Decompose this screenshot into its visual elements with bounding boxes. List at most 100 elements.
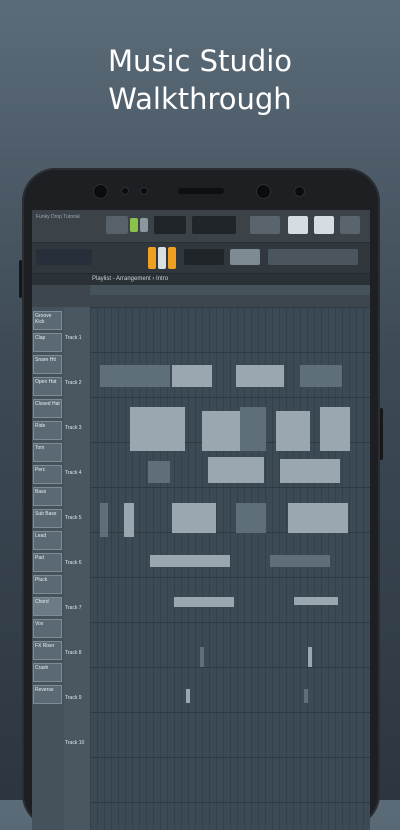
grid-line [97,307,98,830]
record-button[interactable] [148,247,156,269]
channel-item[interactable]: Open Hat [33,377,62,396]
track-label[interactable]: Track 8 [65,650,89,656]
channel-item[interactable]: Ride [33,421,62,440]
channel-item[interactable]: FX Riser [33,641,62,660]
channel-item[interactable]: Sub Bass [33,509,62,528]
pattern-clip[interactable] [150,555,230,567]
sensor-icon [141,188,147,194]
track-label[interactable]: Track 10 [65,740,89,746]
settings-button[interactable] [340,216,360,234]
pattern-clip[interactable] [276,411,310,451]
cpu-meter [250,216,280,234]
phone-frame: Funky Drop Tutorial Playlist - Arrangeme… [19,168,383,830]
app-screen: Funky Drop Tutorial Playlist - Arrangeme… [32,210,370,830]
channel-item[interactable]: Bass [33,487,62,506]
track-label[interactable]: Track 3 [65,425,89,431]
pattern-clip[interactable] [270,555,330,567]
pattern-clip[interactable] [174,597,234,607]
channel-item[interactable]: Pad [33,553,62,572]
lane-divider [90,307,370,308]
lane-divider [90,712,370,713]
track-label[interactable]: Track 2 [65,380,89,386]
pattern-clip[interactable] [202,411,242,451]
main-toolbar: Funky Drop Tutorial [32,210,370,243]
snap-select[interactable] [36,249,92,265]
pattern-clip[interactable] [236,503,266,533]
pattern-clip[interactable] [288,503,348,533]
output-meter [230,249,260,265]
channel-item[interactable]: Pluck [33,575,62,594]
pattern-list[interactable] [184,249,224,265]
headline-line-2: Walkthrough [108,82,292,116]
front-camera-icon [94,185,107,198]
track-label[interactable]: Track 5 [65,515,89,521]
pattern-clip[interactable] [186,689,190,703]
lane-divider [90,352,370,353]
pattern-clip[interactable] [172,503,216,533]
track-label[interactable]: Track 6 [65,560,89,566]
mixer-button[interactable] [288,216,308,234]
grid-line [293,307,294,830]
lane-divider [90,802,370,803]
pattern-clip[interactable] [130,407,185,451]
pattern-clip[interactable] [172,365,212,387]
pattern-clip[interactable] [208,457,264,483]
sensor-icon [122,188,128,194]
earpiece [178,188,224,194]
pattern-clip[interactable] [124,503,134,537]
grid-line [230,307,231,830]
tempo-display[interactable] [154,216,186,234]
grid-line [363,307,364,830]
channel-item[interactable]: Tom [33,443,62,462]
track-label[interactable]: Track 7 [65,605,89,611]
volume-key [19,260,22,298]
pattern-clip[interactable] [100,503,108,537]
pattern-clip[interactable] [240,407,266,451]
channel-item[interactable]: Crash [33,663,62,682]
pattern-button[interactable] [106,216,128,234]
track-label[interactable]: Track 1 [65,335,89,341]
channel-rack: Groove Kick Clap Snare Hit Open Hat Closed H… [32,307,64,830]
track-label[interactable]: Track 9 [65,695,89,701]
pattern-clip[interactable] [200,647,204,667]
song-mode-button[interactable] [158,247,166,269]
channel-item[interactable]: Groove Kick [33,311,62,330]
play-button[interactable] [130,218,138,232]
lane-divider [90,622,370,623]
loop-button[interactable] [168,247,176,269]
lane-divider [90,397,370,398]
track-label[interactable]: Track 4 [65,470,89,476]
pattern-clip[interactable] [300,365,342,387]
stop-button[interactable] [140,218,148,232]
channel-item[interactable]: Chord [33,597,62,616]
channel-item[interactable]: Clap [33,333,62,352]
pattern-clip[interactable] [280,459,340,483]
channel-item[interactable]: Snare Hit [33,355,62,374]
lane-divider [90,487,370,488]
sensor-icon [295,187,304,196]
channel-item[interactable]: Perc [33,465,62,484]
pattern-clip[interactable] [294,597,338,605]
channel-item[interactable]: Vox [33,619,62,638]
front-camera-2-icon [257,185,270,198]
timeline-ruler[interactable] [90,285,370,295]
pattern-clip[interactable] [320,407,350,451]
channel-item[interactable]: Closed Hat [33,399,62,418]
pattern-clip[interactable] [148,461,170,483]
lane-divider [90,667,370,668]
time-display [192,216,236,234]
grid-line [349,307,350,830]
channel-item[interactable]: Reverse [33,685,62,704]
browser-button[interactable] [314,216,334,234]
playlist-grid[interactable] [90,307,370,830]
channel-item[interactable]: Lead [33,531,62,550]
tool-buttons[interactable] [268,249,358,265]
pattern-clip[interactable] [100,365,170,387]
pattern-clip[interactable] [304,689,308,703]
pattern-clip[interactable] [308,647,312,667]
song-title: Funky Drop Tutorial [36,214,80,220]
grid-line [223,307,224,830]
track-headers: Track 1 Track 2 Track 3 Track 4 Track 5 Track… [64,307,90,830]
grid-line [286,307,287,830]
pattern-clip[interactable] [236,365,284,387]
